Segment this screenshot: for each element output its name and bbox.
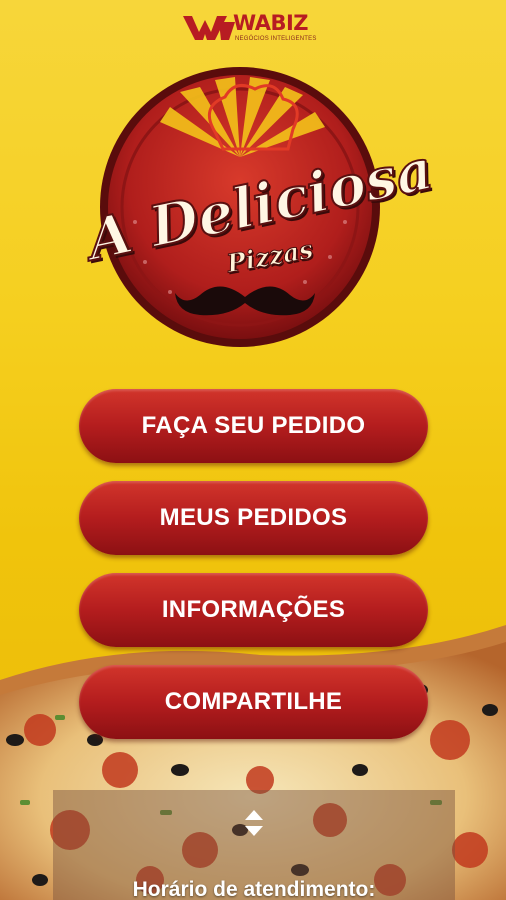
share-button[interactable]: COMPARTILHE	[79, 665, 428, 739]
expand-toggle-icon[interactable]	[243, 808, 265, 838]
opening-hours-panel[interactable]: Horário de atendimento:	[53, 790, 455, 900]
opening-hours-title: Horário de atendimento:	[132, 878, 376, 900]
place-order-button[interactable]: FAÇA SEU PEDIDO	[79, 389, 428, 463]
brand-tagline: NEGÓCIOS INTELIGENTES	[235, 36, 317, 42]
restaurant-logo: A Deliciosa Pizzas	[75, 62, 439, 362]
wabiz-logo-icon	[183, 16, 235, 40]
app-screen: WABIZ NEGÓCIOS INTELIGENTES A Deliciosa …	[0, 0, 506, 900]
brand-name: WABIZ	[233, 11, 309, 35]
information-button[interactable]: INFORMAÇÕES	[79, 573, 428, 647]
wabiz-brand: WABIZ NEGÓCIOS INTELIGENTES	[183, 10, 328, 48]
my-orders-button[interactable]: MEUS PEDIDOS	[79, 481, 428, 555]
